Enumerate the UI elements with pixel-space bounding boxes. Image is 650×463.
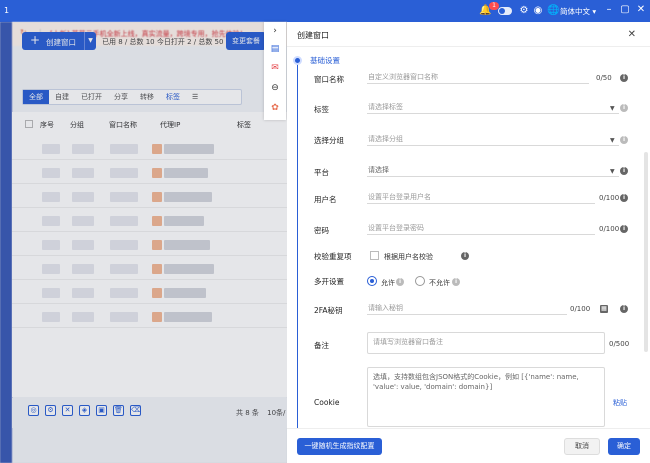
settings-icon[interactable]: ⚙: [518, 5, 530, 17]
password-count: 0/100: [599, 225, 620, 233]
info-icon[interactable]: i: [620, 74, 628, 82]
cookie-input[interactable]: 选填，支持数组包含JSON格式的Cookie，例如 [{'name': name…: [367, 367, 605, 427]
section-timeline: [297, 60, 298, 440]
allow-label[interactable]: 允许: [381, 278, 395, 288]
info-icon[interactable]: i: [620, 194, 628, 202]
close-window-icon[interactable]: ✕: [635, 4, 647, 16]
platform-select[interactable]: 请选择: [367, 163, 619, 177]
chat-icon[interactable]: ▤: [269, 43, 281, 55]
chevron-down-icon: ▼: [610, 168, 615, 175]
twofa-count: 0/100: [570, 305, 591, 313]
maximize-icon[interactable]: ▢: [619, 4, 631, 16]
chevron-down-icon: ▾: [592, 7, 597, 16]
theme-toggle[interactable]: [498, 7, 512, 15]
floating-toolbar: › ▤ ✉ ⊖ ✿: [264, 22, 286, 120]
timeline-dot: [293, 56, 302, 65]
generate-fingerprint-button[interactable]: 一键随机生成指纹配置: [297, 438, 382, 455]
remark-count: 0/500: [609, 340, 630, 348]
twofa-label: 2FA秘钥: [314, 306, 343, 315]
info-icon[interactable]: i: [452, 278, 460, 286]
dup-check-option[interactable]: 根据用户名校验: [384, 252, 433, 262]
confirm-button[interactable]: 确定: [608, 438, 640, 455]
cookie-label: Cookie: [314, 398, 340, 407]
info-icon[interactable]: i: [620, 305, 628, 313]
window-name-count: 0/50: [596, 74, 612, 82]
chevron-down-icon: ▼: [610, 137, 615, 144]
cancel-button[interactable]: 取消: [564, 438, 600, 455]
user-icon[interactable]: ◉: [532, 5, 544, 17]
window-name-input[interactable]: 自定义浏览器窗口名称: [367, 70, 589, 84]
scrollbar[interactable]: [644, 152, 648, 352]
dialog-footer: 一键随机生成指纹配置 取消 确定: [287, 428, 650, 463]
chevron-down-icon: ▼: [610, 105, 615, 112]
tags-select[interactable]: 请选择标签: [367, 100, 619, 114]
gear-icon[interactable]: ✿: [269, 102, 281, 114]
info-icon[interactable]: i: [620, 167, 628, 175]
dup-check-checkbox[interactable]: [370, 251, 379, 260]
username-label: 用户名: [314, 195, 337, 204]
remark-input[interactable]: 请填写浏览器窗口备注: [367, 332, 605, 354]
feedback-icon[interactable]: ✉: [269, 62, 281, 74]
info-icon[interactable]: i: [396, 278, 404, 286]
calendar-icon[interactable]: ▦: [600, 305, 608, 313]
close-icon[interactable]: ✕: [628, 29, 636, 40]
globe-icon[interactable]: 🌐: [547, 5, 559, 17]
allow-radio[interactable]: [367, 276, 377, 286]
username-count: 0/100: [599, 194, 620, 202]
paste-link[interactable]: 粘贴: [613, 398, 627, 408]
twofa-input[interactable]: 请输入秘钥: [367, 301, 567, 315]
window-name-label: 窗口名称: [314, 75, 344, 84]
username-input[interactable]: 设置平台登录用户名: [367, 190, 595, 204]
info-icon[interactable]: i: [620, 104, 628, 112]
section-title: 基础设置: [310, 56, 340, 65]
divider: [287, 46, 650, 47]
info-icon[interactable]: i: [461, 252, 469, 260]
language-select[interactable]: 简体中文 ▾: [560, 6, 596, 17]
toggle-icon[interactable]: ⊖: [269, 82, 281, 94]
dialog-title: 创建窗口: [297, 31, 329, 40]
version-label: 1: [4, 6, 10, 15]
tags-label: 标签: [314, 105, 329, 114]
platform-label: 平台: [314, 168, 329, 177]
title-bar: 1 🔔 1 ⚙ ◉ 🌐 简体中文 ▾ – ▢ ✕: [0, 0, 650, 22]
group-label: 选择分组: [314, 136, 344, 145]
multi-open-label: 多开设置: [314, 277, 344, 286]
deny-label[interactable]: 不允许: [429, 278, 450, 288]
deny-radio[interactable]: [415, 276, 425, 286]
create-window-dialog: 创建窗口 ✕ 基础设置 窗口名称 自定义浏览器窗口名称 0/50 i 标签 请选…: [287, 22, 650, 463]
info-icon[interactable]: i: [620, 225, 628, 233]
password-label: 密码: [314, 226, 329, 235]
minimize-icon[interactable]: –: [603, 4, 615, 16]
language-label: 简体中文: [560, 7, 590, 16]
password-input[interactable]: 设置平台登录密码: [367, 221, 595, 235]
chevron-right-icon[interactable]: ›: [269, 25, 281, 37]
info-icon[interactable]: i: [620, 136, 628, 144]
remark-label: 备注: [314, 341, 329, 350]
dup-check-label: 校验重复项: [314, 252, 352, 261]
group-select[interactable]: 请选择分组: [367, 132, 619, 146]
